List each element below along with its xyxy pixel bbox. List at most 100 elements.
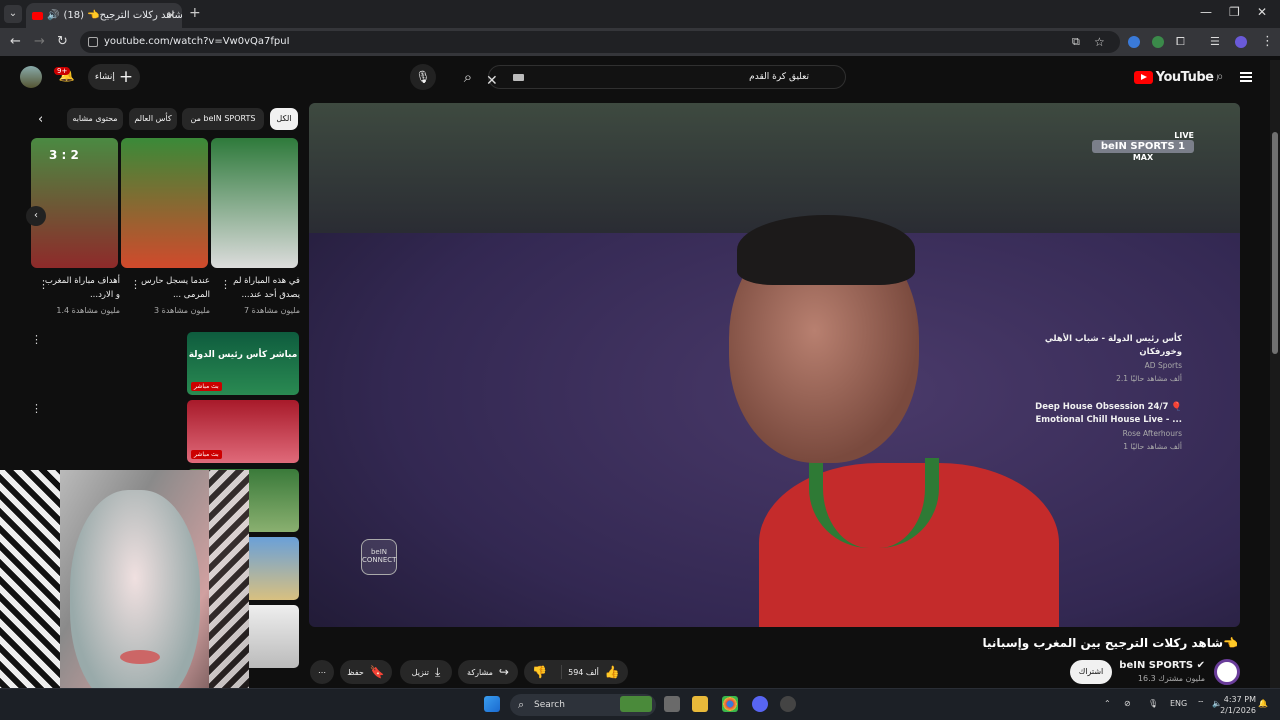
portrait-lips bbox=[120, 650, 160, 664]
max-label: MAX bbox=[1132, 153, 1154, 162]
notification-center-icon[interactable]: 🔔 bbox=[1258, 699, 1268, 708]
chrome-icon[interactable] bbox=[722, 696, 738, 712]
thumbs-down-icon: 👎 bbox=[532, 665, 548, 679]
related-menu-2[interactable]: ⋮ bbox=[31, 402, 42, 415]
short-menu-2[interactable]: ⋮ bbox=[130, 278, 141, 291]
shorts-prev-chevron-icon[interactable]: ‹ bbox=[26, 206, 46, 226]
related-info-2[interactable]: Deep House Obsession 24/7 🎈 Emotional Ch… bbox=[1032, 401, 1182, 453]
chips-scroll-chevron-icon[interactable]: ‹ bbox=[38, 112, 43, 127]
file-explorer-icon[interactable] bbox=[692, 696, 708, 712]
thumbs-up-icon[interactable]: 👍 bbox=[605, 665, 620, 679]
logo-region: JO bbox=[1216, 74, 1223, 81]
verified-icon: ✔ bbox=[1196, 660, 1205, 671]
short-thumbnail-1[interactable] bbox=[211, 138, 298, 268]
clear-search-icon[interactable]: ✕ bbox=[486, 70, 498, 92]
related-meta: 2.1 ألف مشاهد حاليًا bbox=[1116, 374, 1182, 383]
restore-button[interactable]: ❐ bbox=[1229, 5, 1240, 19]
short-views-3: 1.4 مليون مشاهدة bbox=[56, 306, 120, 315]
back-button[interactable]: ← bbox=[10, 35, 21, 49]
related-title: كأس رئيس الدولة - شباب الأهلي وخورفكان bbox=[1044, 334, 1182, 357]
search-button[interactable]: ⌕ bbox=[454, 65, 482, 89]
share-button[interactable]: مشاركة ↪ bbox=[458, 660, 518, 684]
short-menu-3[interactable]: ⋮ bbox=[38, 278, 49, 291]
tab-title: (18) 👈شاهد ركلات الترجيح bbox=[63, 10, 182, 21]
related-thumbnail-1[interactable]: مباشر كأس رئيس الدولة بث مباشر bbox=[187, 332, 299, 395]
account-avatar[interactable] bbox=[20, 66, 42, 88]
short-title-3: أهداف مباراة المغرب و الارد... bbox=[44, 276, 120, 300]
new-tab-button[interactable]: + bbox=[189, 5, 201, 21]
tab-mute-icon[interactable]: 🔊 bbox=[47, 10, 59, 21]
forward-button[interactable]: → bbox=[34, 35, 45, 49]
scrollbar-thumb[interactable] bbox=[1272, 132, 1278, 354]
youtube-favicon-icon bbox=[32, 11, 43, 20]
related-info-1[interactable]: كأس رئيس الدولة - شباب الأهلي وخورفكان A… bbox=[1032, 333, 1182, 385]
related-thumbnail-2[interactable]: بث مباشر bbox=[187, 400, 299, 463]
voice-search-icon[interactable]: 🎙 bbox=[410, 64, 436, 90]
app-icon[interactable] bbox=[780, 696, 796, 712]
browser-toolbar: ← → ↻ youtube.com/watch?v=Vw0vQa7fpuI ⧉ … bbox=[0, 28, 1280, 56]
create-button[interactable]: إنشاء + bbox=[88, 64, 140, 90]
tray-wifi-icon[interactable]: ⌔ bbox=[1197, 699, 1205, 709]
keyboard-icon[interactable] bbox=[513, 74, 524, 81]
start-windows-icon[interactable] bbox=[484, 696, 500, 712]
reload-button[interactable]: ↻ bbox=[57, 35, 68, 49]
player-hair bbox=[737, 215, 915, 285]
install-app-icon[interactable]: ⧉ bbox=[1072, 35, 1080, 49]
address-bar[interactable]: youtube.com/watch?v=Vw0vQa7fpuI bbox=[80, 31, 1120, 53]
tray-mic-icon[interactable]: 🎙 bbox=[1148, 699, 1158, 708]
chip-bein[interactable]: من beIN SPORTS bbox=[182, 108, 264, 130]
search-highlight-icon[interactable] bbox=[620, 696, 652, 712]
profile-icon[interactable] bbox=[1235, 36, 1247, 48]
site-info-icon[interactable] bbox=[88, 37, 98, 47]
live-badge: بث مباشر bbox=[191, 382, 222, 391]
overlay-channel-num: 1 bbox=[1178, 141, 1186, 152]
extensions-puzzle-icon[interactable]: ⧠ bbox=[1176, 35, 1185, 49]
browser-tab-active[interactable]: 🔊 (18) 👈شاهد ركلات الترجيح ✕ bbox=[26, 3, 182, 28]
short-views-2: 3 مليون مشاهدة bbox=[153, 306, 210, 315]
short-title-1: في هذه المباراة لم يصدق أحد عند... bbox=[233, 276, 300, 300]
extension-icon-1[interactable] bbox=[1128, 36, 1140, 48]
chip-world-cup[interactable]: كأس العالم bbox=[129, 108, 177, 130]
clock-date: 2/1/2026 bbox=[1220, 706, 1256, 715]
youtube-logo[interactable]: YouTube JO bbox=[1133, 70, 1223, 85]
floating-image-overlay bbox=[0, 470, 249, 720]
bookmark-star-icon[interactable]: ☆ bbox=[1094, 35, 1105, 49]
subscribe-button[interactable]: اشتراك bbox=[1070, 660, 1112, 684]
related-menu-1[interactable]: ⋮ bbox=[31, 333, 42, 346]
chip-all[interactable]: الكل bbox=[270, 108, 298, 130]
download-label: تنزيل bbox=[411, 667, 430, 677]
channel-avatar[interactable] bbox=[1214, 659, 1240, 685]
discord-icon[interactable] bbox=[752, 696, 768, 712]
tab-close-icon[interactable]: ✕ bbox=[167, 9, 176, 22]
short-thumbnail-3[interactable]: 3 : 2 bbox=[31, 138, 118, 268]
task-view-icon[interactable] bbox=[664, 696, 680, 712]
related-thumb-text: مباشر كأس رئيس الدولة bbox=[188, 350, 298, 360]
reading-list-icon[interactable]: ☰ bbox=[1210, 35, 1220, 49]
short-score: 3 : 2 bbox=[49, 148, 79, 162]
share-icon: ↪ bbox=[498, 665, 509, 679]
tray-chevron-icon[interactable]: ⌃ bbox=[1104, 699, 1111, 708]
save-button[interactable]: حفظ 🔖 bbox=[340, 660, 392, 684]
close-window-button[interactable]: ✕ bbox=[1257, 5, 1267, 19]
search-input[interactable]: ✕ تعليق كرة القدم bbox=[486, 65, 846, 92]
dislike-button[interactable]: 👎 bbox=[532, 665, 563, 679]
tray-language[interactable]: ENG bbox=[1170, 699, 1187, 708]
tray-network-icon[interactable]: ⊘ bbox=[1124, 699, 1131, 708]
more-actions-button[interactable]: ⋯ bbox=[310, 660, 334, 684]
channel-logo-overlay: LIVE beIN SPORTS 1 MAX bbox=[1092, 131, 1194, 165]
short-menu-1[interactable]: ⋮ bbox=[220, 278, 231, 291]
minimize-button[interactable]: — bbox=[1200, 5, 1212, 19]
channel-name[interactable]: beIN SPORTS ✔ bbox=[1119, 660, 1205, 671]
browser-menu-icon[interactable]: ⋮ bbox=[1261, 35, 1274, 49]
taskbar-clock[interactable]: 4:37 PM 2/1/2026 bbox=[1220, 694, 1256, 716]
download-button[interactable]: تنزيل ⤓ bbox=[400, 660, 452, 684]
short-thumbnail-2[interactable] bbox=[121, 138, 208, 268]
tab-search-button[interactable]: ⌄ bbox=[4, 5, 22, 23]
extension-icon-2[interactable] bbox=[1152, 36, 1164, 48]
chip-similar[interactable]: محتوى مشابه bbox=[67, 108, 123, 130]
guide-menu-icon[interactable] bbox=[1240, 72, 1252, 82]
related-channel: Rose Afterhours bbox=[1122, 429, 1182, 438]
keffiyeh-pattern bbox=[0, 470, 60, 720]
page-scrollbar[interactable] bbox=[1270, 60, 1280, 688]
like-count: 594 ألف bbox=[568, 667, 599, 677]
